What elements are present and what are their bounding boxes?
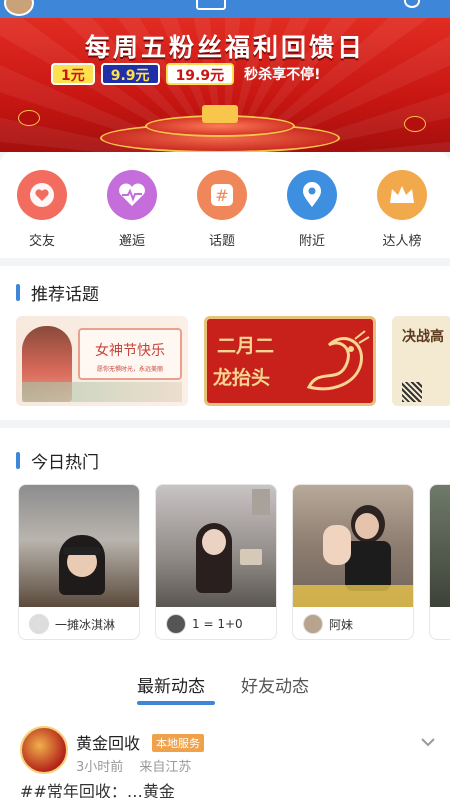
dragon-icon: [306, 330, 370, 391]
qr-code-icon: [402, 382, 422, 402]
price-tag-2: 9.9元: [100, 63, 160, 85]
user-avatar-icon[interactable]: [4, 0, 34, 16]
location-pin-icon: [287, 170, 337, 220]
topic-card-exam[interactable]: 决战高: [392, 316, 450, 406]
section-divider: [0, 420, 450, 428]
hot-card-photo: [156, 485, 276, 607]
heart-icon: [17, 170, 67, 220]
hot-card-photo: [293, 485, 413, 607]
lantern-icon: [404, 116, 426, 132]
hot-card-name: 1 = 1+0: [192, 617, 243, 631]
chevron-down-icon[interactable]: [420, 732, 436, 751]
hot-card-photo: [19, 485, 139, 607]
post-source: 来自江苏: [139, 760, 192, 775]
avatar: [303, 614, 323, 634]
promo-banner[interactable]: 每周五粉丝福利回馈日 1元 9.9元 19.9元 秒杀享不停!: [0, 18, 450, 152]
gift-stage: [100, 103, 340, 152]
quick-nav-item-friends[interactable]: 交友: [10, 170, 74, 249]
avatar: [166, 614, 186, 634]
avatar[interactable]: [20, 726, 68, 774]
section-bar: [16, 452, 20, 469]
post-badge: 本地服务: [152, 734, 204, 752]
quick-nav-item-topics[interactable]: # 话题: [190, 170, 254, 249]
banner-headline: 每周五粉丝福利回馈日: [84, 33, 365, 62]
avatar: [29, 614, 49, 634]
window-icon: [196, 0, 226, 10]
hot-card-footer: 阿妹: [293, 607, 413, 639]
hashtag-icon: #: [197, 170, 247, 220]
hot-card-partial[interactable]: [429, 484, 450, 640]
hot-card[interactable]: 一摊冰淇淋: [18, 484, 140, 640]
topic-title: 女神节快乐: [95, 343, 165, 359]
quick-nav: 交友 邂逅 # 话题 附近 达人榜: [0, 170, 450, 250]
hot-card-name: 一摊冰淇淋: [55, 617, 116, 632]
topic-title: 决战高: [402, 329, 444, 345]
tab-active-indicator: [137, 701, 215, 705]
section-bar: [16, 284, 20, 301]
section-title-text: 今日热门: [31, 453, 99, 473]
post-author[interactable]: 黄金回收: [76, 730, 140, 754]
lantern-icon: [18, 110, 40, 126]
hot-card-name: 阿妹: [329, 617, 354, 632]
quick-nav-item-nearby[interactable]: 附近: [280, 170, 344, 249]
topic-title: 二月二: [217, 335, 275, 357]
quick-nav-label: 交友: [28, 234, 55, 249]
main-content: 交友 邂逅 # 话题 附近 达人榜 推荐话题 女神节快乐 愿你无惧时光，永远美丽…: [0, 152, 450, 800]
feed-post[interactable]: 黄金回收 本地服务 3小时前 来自江苏 ##常年回收：…黄金: [0, 720, 450, 800]
section-divider: [0, 258, 450, 266]
post-meta: 3小时前 来自江苏: [76, 756, 191, 775]
price-row: 1元 9.9元 19.9元 秒杀享不停!: [51, 62, 321, 86]
topic-subtitle: 愿你无惧时光，永远美丽: [96, 366, 163, 373]
top-status-strip: [0, 0, 450, 18]
feed-tabs: 最新动态 好友动态: [0, 672, 450, 712]
quick-nav-item-ranking[interactable]: 达人榜: [370, 170, 434, 249]
crown-icon: [377, 170, 427, 220]
banner-tagline: 秒杀享不停!: [244, 67, 321, 83]
post-time: 3小时前: [76, 760, 124, 775]
quick-nav-label: 附近: [298, 234, 325, 249]
tab-latest[interactable]: 最新动态: [137, 672, 205, 697]
quick-nav-label: 邂逅: [118, 234, 145, 249]
quick-nav-label: 话题: [208, 234, 235, 249]
price-tag-1: 1元: [51, 63, 95, 85]
svg-text:#: #: [215, 186, 228, 205]
tab-friends[interactable]: 好友动态: [241, 672, 309, 697]
hot-card-photo: [430, 485, 450, 607]
heartbeat-icon: [107, 170, 157, 220]
post-preview: ##常年回收：…黄金: [20, 782, 175, 798]
hot-card[interactable]: 1 = 1+0: [155, 484, 277, 640]
gift-box-icon: [202, 105, 238, 123]
section-title-hot: 今日热门: [16, 448, 99, 473]
search-icon[interactable]: [404, 0, 420, 8]
topic-title-2: 龙抬头: [213, 367, 271, 389]
quick-nav-item-encounter[interactable]: 邂逅: [100, 170, 164, 249]
quick-nav-label: 达人榜: [382, 234, 422, 249]
hot-card[interactable]: 阿妹: [292, 484, 414, 640]
hot-card-footer: 一摊冰淇淋: [19, 607, 139, 639]
price-tag-3: 19.9元: [165, 63, 235, 85]
hot-card-footer: 1 = 1+0: [156, 607, 276, 639]
topic-card-womens-day[interactable]: 女神节快乐 愿你无惧时光，永远美丽: [16, 316, 188, 406]
section-title-topics: 推荐话题: [16, 280, 99, 305]
topic-card-dragon[interactable]: 二月二 龙抬头: [204, 316, 376, 406]
section-title-text: 推荐话题: [31, 285, 99, 305]
